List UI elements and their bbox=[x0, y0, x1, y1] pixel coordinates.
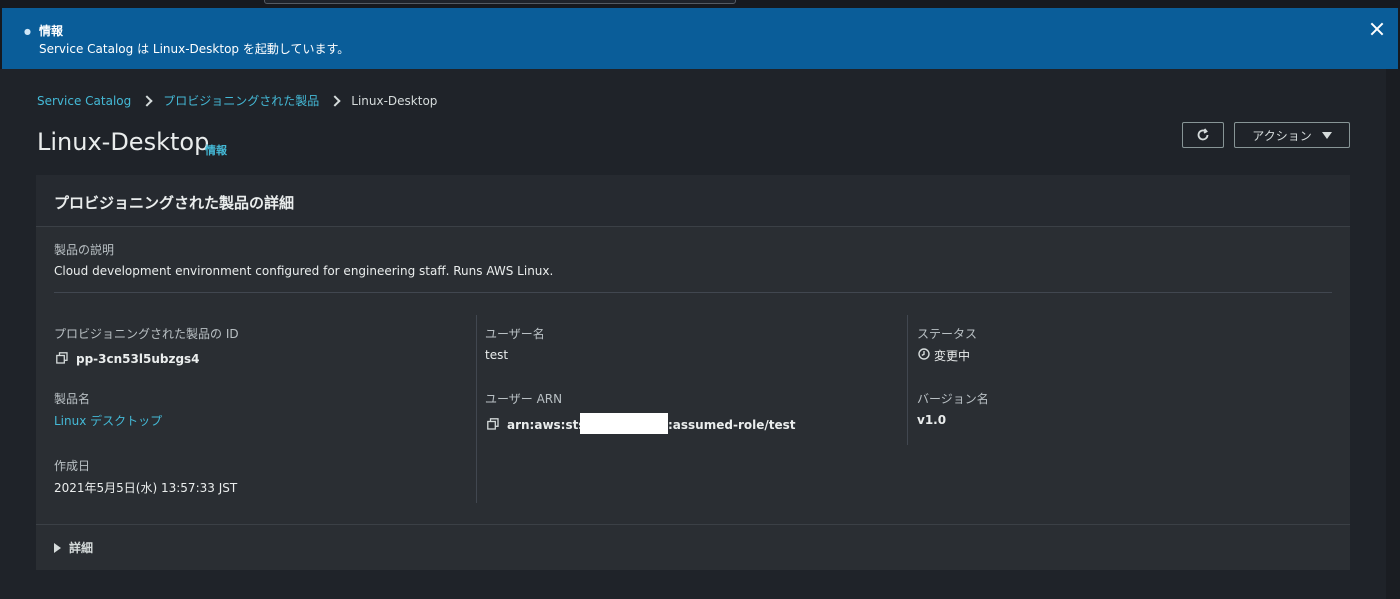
scrollbar[interactable] bbox=[1386, 69, 1400, 599]
username-label: ユーザー名 bbox=[485, 327, 545, 341]
clock-icon bbox=[918, 348, 930, 360]
panel-header: プロビジョニングされた製品の詳細 bbox=[36, 175, 1350, 227]
provisioned-product-details-panel: プロビジョニングされた製品の詳細 製品の説明 Cloud development… bbox=[36, 175, 1350, 570]
info-link[interactable]: 情報 bbox=[205, 142, 227, 158]
close-icon[interactable] bbox=[1368, 20, 1386, 38]
provisioned-id-label: プロビジョニングされた製品の ID bbox=[54, 327, 239, 341]
details-expander-label: 詳細 bbox=[69, 541, 94, 555]
caret-down-icon bbox=[1321, 131, 1332, 139]
page-title: Linux-Desktop bbox=[37, 128, 210, 156]
refresh-button[interactable] bbox=[1182, 122, 1224, 148]
column-divider bbox=[907, 315, 908, 445]
breadcrumb-service-catalog[interactable]: Service Catalog bbox=[37, 94, 131, 108]
refresh-icon bbox=[1197, 128, 1209, 141]
top-strip bbox=[0, 0, 1400, 8]
created-value: 2021年5月5日(水) 13:57:33 JST bbox=[54, 481, 238, 495]
section-divider bbox=[54, 292, 1332, 293]
caret-right-icon bbox=[54, 542, 61, 553]
actions-dropdown-button[interactable]: アクション bbox=[1234, 122, 1350, 148]
product-name-label: 製品名 bbox=[54, 392, 91, 406]
breadcrumb: Service Catalog プロビジョニングされた製品 Linux-Desk… bbox=[37, 92, 437, 109]
info-flash-bar: ● 情報 Service Catalog は Linux-Desktop を起動… bbox=[2, 8, 1398, 69]
version-value: v1.0 bbox=[917, 413, 947, 427]
flash-title: 情報 bbox=[39, 24, 64, 38]
description-value: Cloud development environment configured… bbox=[54, 264, 554, 278]
actions-label: アクション bbox=[1252, 128, 1312, 143]
flash-dismiss-dot-icon: ● bbox=[24, 27, 31, 36]
product-name-link[interactable]: Linux デスクトップ bbox=[54, 412, 162, 429]
chevron-right-icon bbox=[329, 94, 341, 107]
status-label: ステータス bbox=[917, 327, 978, 341]
copy-icon[interactable] bbox=[56, 352, 68, 364]
copy-icon[interactable] bbox=[487, 418, 499, 430]
status-value: 変更中 bbox=[934, 349, 971, 363]
chevron-right-icon bbox=[141, 94, 153, 107]
username-value: test bbox=[485, 348, 509, 362]
redacted-account-id bbox=[580, 413, 668, 434]
user-arn-label: ユーザー ARN bbox=[485, 392, 563, 406]
panel-footer-divider bbox=[36, 524, 1350, 525]
created-label: 作成日 bbox=[54, 459, 91, 473]
description-label: 製品の説明 bbox=[54, 243, 115, 257]
breadcrumb-current: Linux-Desktop bbox=[351, 93, 438, 108]
breadcrumb-provisioned-products[interactable]: プロビジョニングされた製品 bbox=[163, 92, 319, 109]
panel-title: プロビジョニングされた製品の詳細 bbox=[54, 194, 295, 212]
user-arn-suffix: :assumed-role/test bbox=[668, 418, 796, 432]
provisioned-id-value: pp-3cn53l5ubzgs4 bbox=[76, 352, 200, 366]
version-label: バージョン名 bbox=[917, 392, 989, 406]
column-divider bbox=[476, 315, 477, 503]
search-input[interactable] bbox=[264, 0, 736, 4]
flash-message: Service Catalog は Linux-Desktop を起動しています… bbox=[39, 42, 350, 56]
details-expander[interactable]: 詳細 bbox=[54, 539, 93, 556]
